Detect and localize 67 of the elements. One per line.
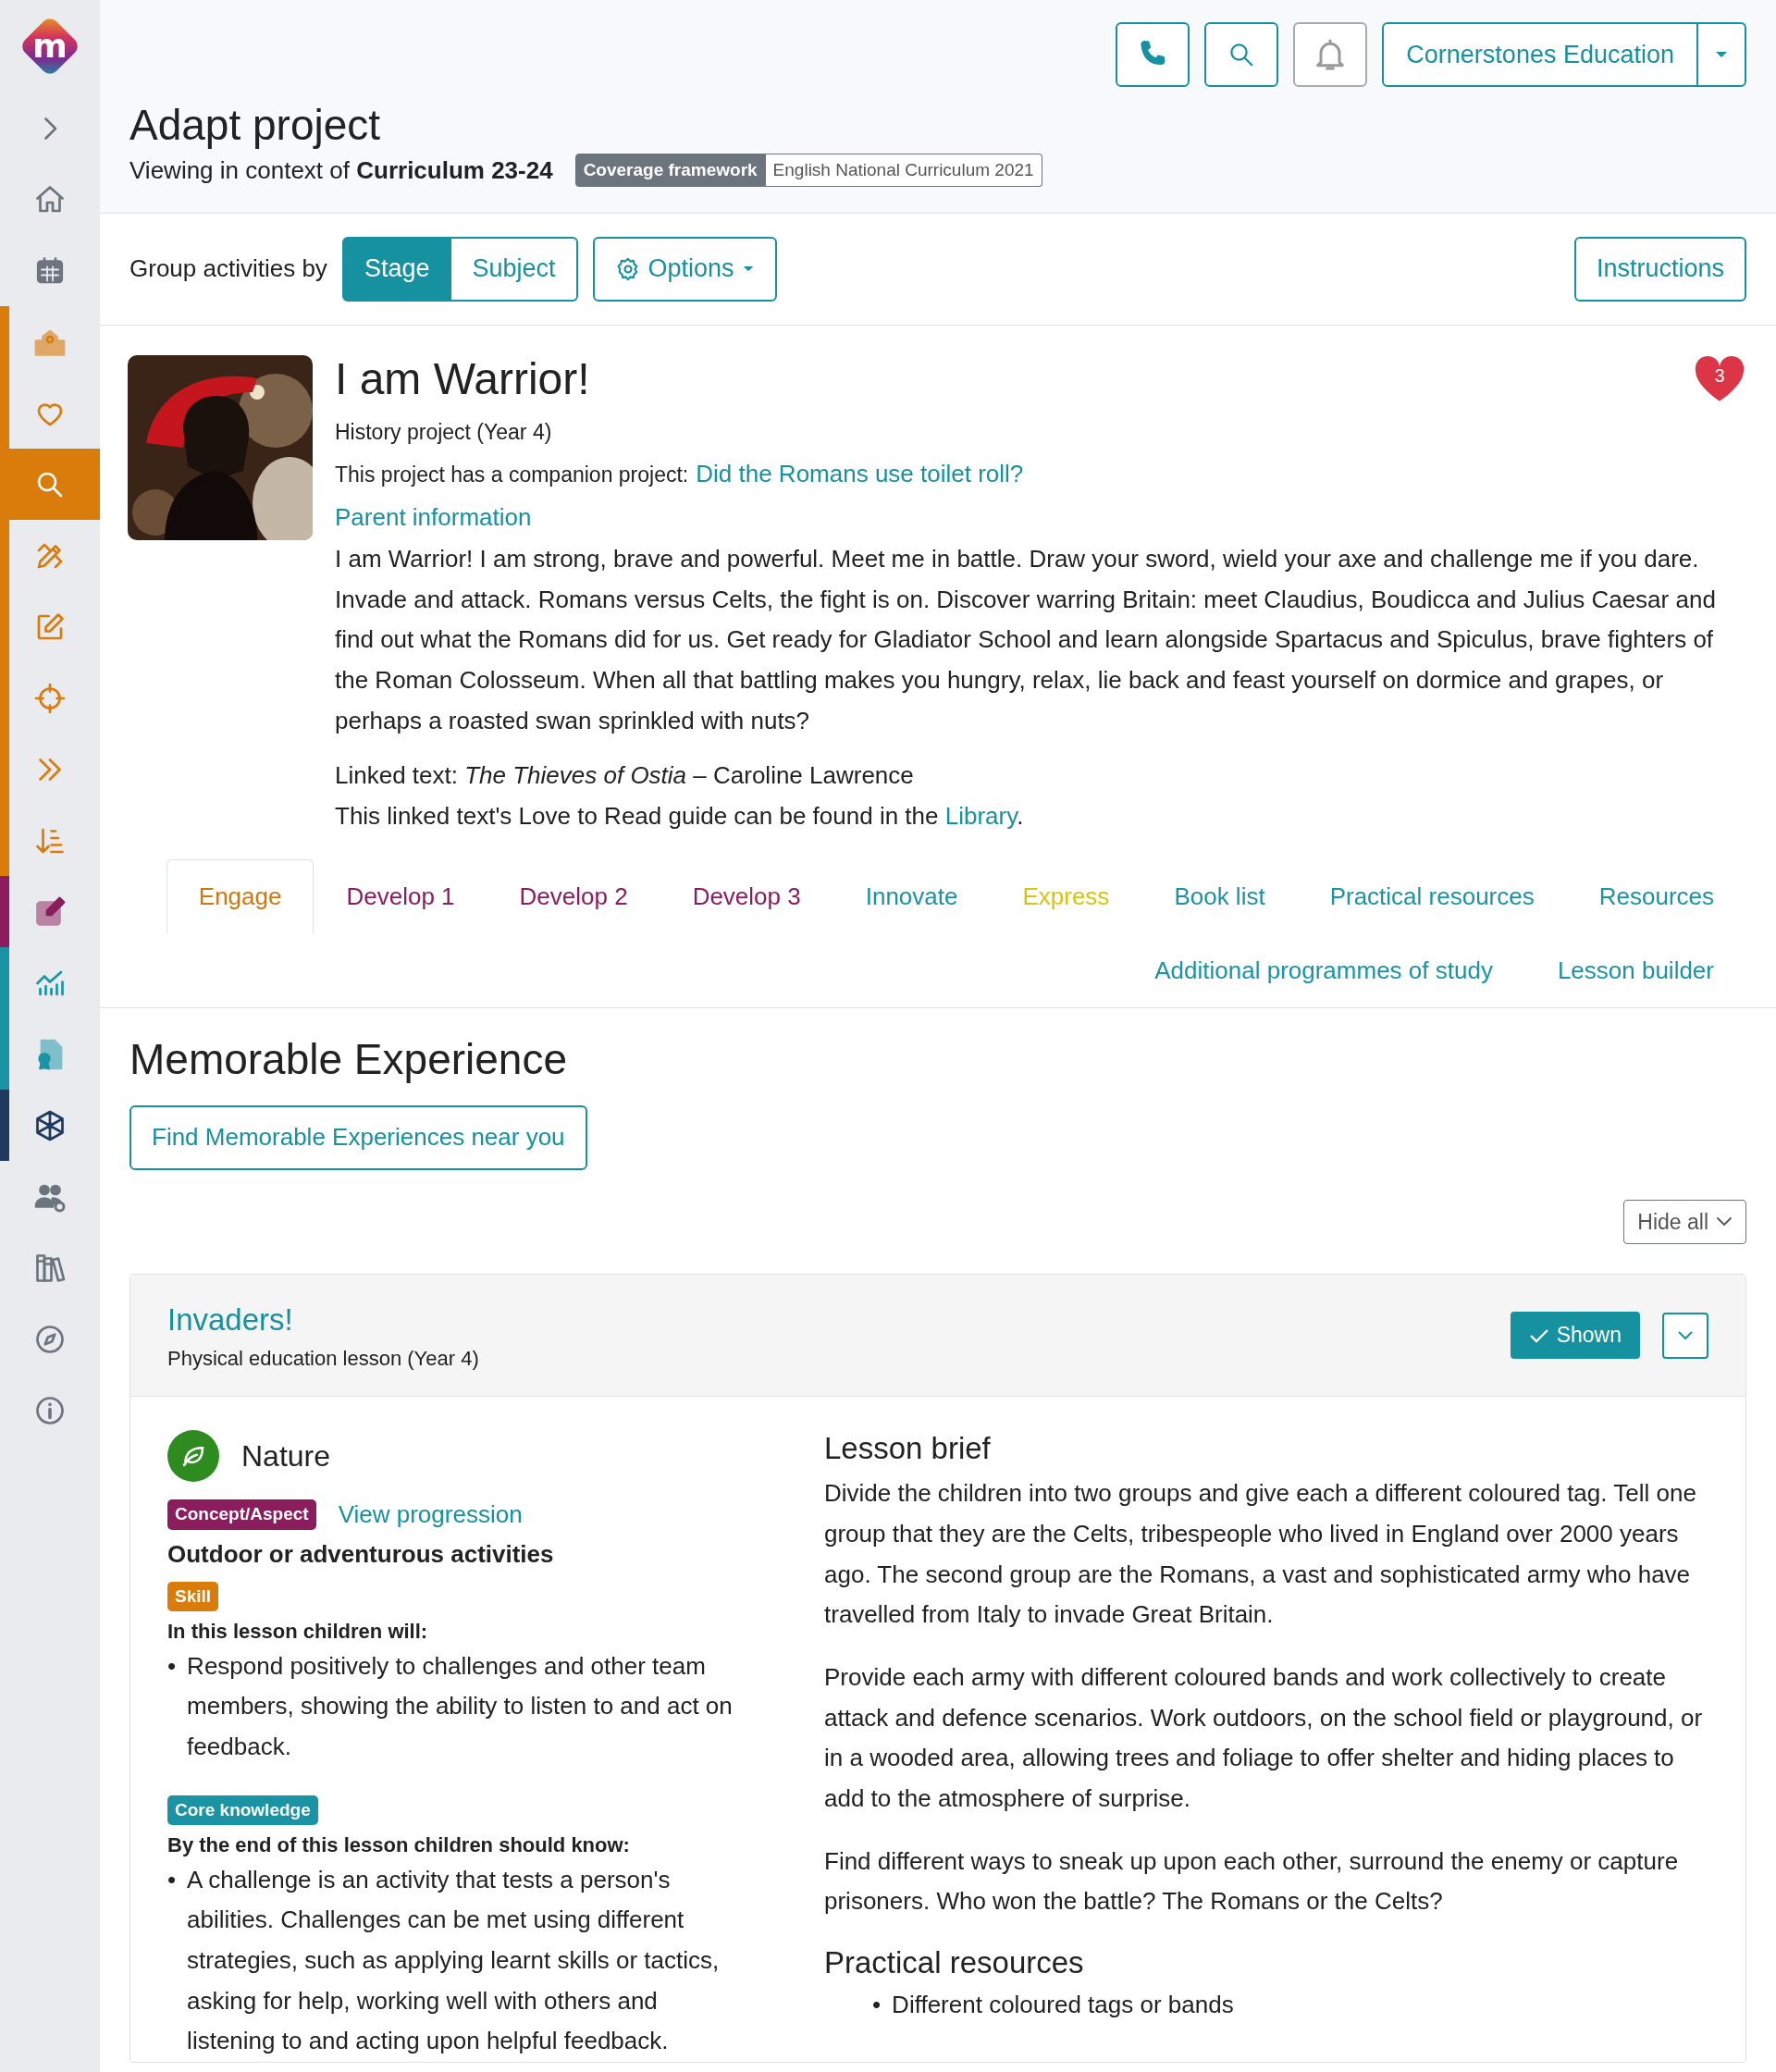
tab[interactable]: Practical resources: [1297, 858, 1567, 933]
edit-icon: [33, 894, 67, 929]
tab[interactable]: Additional programmes of study: [1122, 932, 1525, 1007]
tab[interactable]: Develop 2: [487, 858, 660, 933]
library-link[interactable]: Library: [944, 801, 1018, 830]
brief-title: Lesson brief: [824, 1429, 992, 1467]
tab[interactable]: Develop 1: [314, 858, 487, 933]
guide-text: This linked text's Love to Read guide can be found in the Library.: [335, 800, 1025, 832]
project-title: I am Warrior!: [335, 354, 590, 404]
search-button[interactable]: [1204, 22, 1279, 87]
knowledge-tag: Core knowledge: [167, 1794, 318, 1826]
skill-tag: Skill: [167, 1581, 219, 1612]
crosshair-icon: [33, 681, 67, 715]
companion-label: This project has a companion project:: [335, 461, 689, 488]
hide-all-button[interactable]: Hide all: [1623, 1199, 1746, 1245]
check-icon: [1528, 1326, 1549, 1344]
brief-paragraph: Divide the children into two groups and give each a different coloured tag. Tell one group that they are the Celts, tribespeople who lived in England over 2000 years ago. The second group are the Romans, a vast and sophisticated army who have travelled from Italy to invade Great Britain.: [824, 1478, 1697, 1631]
companion-link[interactable]: Did the Romans use toilet roll?: [696, 455, 1024, 492]
tab[interactable]: Resources: [1566, 858, 1746, 933]
skill-point: Respond positively to challenges and other team members, showing the ability to listen to and act on feedback.: [187, 1650, 734, 1763]
favourite-badge[interactable]: 3: [1693, 354, 1746, 403]
brief-paragraph: Provide each army with different coloured bands and work collectively to create attack and defence scenarios. Work outdoors, on the school field or playground, or in a wooded area, allowing trees and foliage to offer shelter and hiding places to add to the atmosphere of surprise.: [824, 1662, 1704, 1815]
parent-information-link[interactable]: Parent information: [335, 499, 532, 536]
page-title: Adapt project: [130, 102, 382, 149]
tab[interactable]: Lesson builder: [1524, 932, 1746, 1007]
linked-text: Linked text: The Thieves of Ostia – Caroline Lawrence: [335, 760, 915, 792]
chevron-down-icon: [1676, 1329, 1695, 1341]
framework-label: Coverage framework: [574, 153, 766, 188]
bullet: •: [167, 1864, 177, 1895]
concept-name: Outdoor or adventurous activities: [167, 1538, 555, 1570]
phone-button[interactable]: [1116, 22, 1190, 87]
caret-icon[interactable]: [1714, 50, 1729, 59]
tab[interactable]: Develop 3: [660, 858, 833, 933]
view-progression-link[interactable]: View progression: [338, 1496, 523, 1533]
bullet: •: [872, 1989, 882, 2020]
practical-title: Practical resources: [824, 1944, 1085, 1981]
section-title: Memorable Experience: [130, 1033, 568, 1085]
skill-intro: In this lesson children will:: [167, 1618, 429, 1645]
project-description: I am Warrior! I am strong, brave and powerful. Meet me in battle. Draw your sword, wield your axe and challenge me if you dare. Invade and attack. Romans versus Celts, the fight is on. Discover warring Britain: meet Claudius, Boudicca and Julius Caesar and find out what the Romans did for us. Get ready for Gladiator School and learn alongside Spartacus and Spiculus, brave fighters of the Roman Colosseum. When all that battling makes you hungry, relax, lie back and feast yourself on dormice and grapes, or perhaps a roasted swan sprinkled with nuts?: [335, 543, 1717, 736]
tab[interactable]: Book list: [1141, 858, 1298, 933]
bullet: •: [167, 1650, 177, 1682]
collapse-button[interactable]: [1662, 1312, 1708, 1359]
group-option[interactable]: Subject: [451, 236, 578, 302]
subject-name: Nature: [241, 1437, 331, 1474]
knowledge-point: A challenge is an activity that tests a person's abilities. Challenges can be met using different strategies, such as applying learnt skills or tactics, asking for help, working well with others and listening to and acting upon helpful feedback.: [187, 1864, 721, 2057]
project-subtitle: History project (Year 4): [335, 419, 553, 447]
tab[interactable]: Engage: [166, 858, 314, 933]
knowledge-intro: By the end of this lesson children should know:: [167, 1832, 631, 1858]
concept-tag: Concept/Aspect: [167, 1499, 316, 1530]
group-option[interactable]: Stage: [341, 236, 452, 302]
caret-icon: [741, 265, 755, 274]
tab[interactable]: Innovate: [832, 858, 991, 933]
lesson-subtitle: Physical education lesson (Year 4): [167, 1345, 480, 1372]
account-name[interactable]: Cornerstones Education: [1384, 24, 1696, 85]
brief-paragraph: Find different ways to sneak up upon each other, surround the enemy or capture prisoners. Who won the battle? The Romans or the Celts?: [824, 1845, 1680, 1918]
context-text: Viewing in context of Curriculum 23-24: [130, 154, 553, 186]
find-experiences-button[interactable]: Find Memorable Experiences near you: [130, 1104, 587, 1170]
practical-item: Different coloured tags or bands: [892, 1989, 1234, 2020]
instructions-button[interactable]: Instructions: [1573, 236, 1746, 302]
network-icon: [33, 1108, 67, 1142]
chevron-down-icon: [1716, 1216, 1733, 1228]
lesson-title: Invaders!: [167, 1301, 294, 1339]
shown-button[interactable]: Shown: [1510, 1312, 1640, 1359]
options-button[interactable]: Options: [592, 236, 777, 302]
framework-value: English National Curriculum 2021: [765, 153, 1042, 188]
account-dropdown[interactable]: Cornerstones Education: [1382, 22, 1746, 87]
group-label: Group activities by: [130, 253, 327, 285]
